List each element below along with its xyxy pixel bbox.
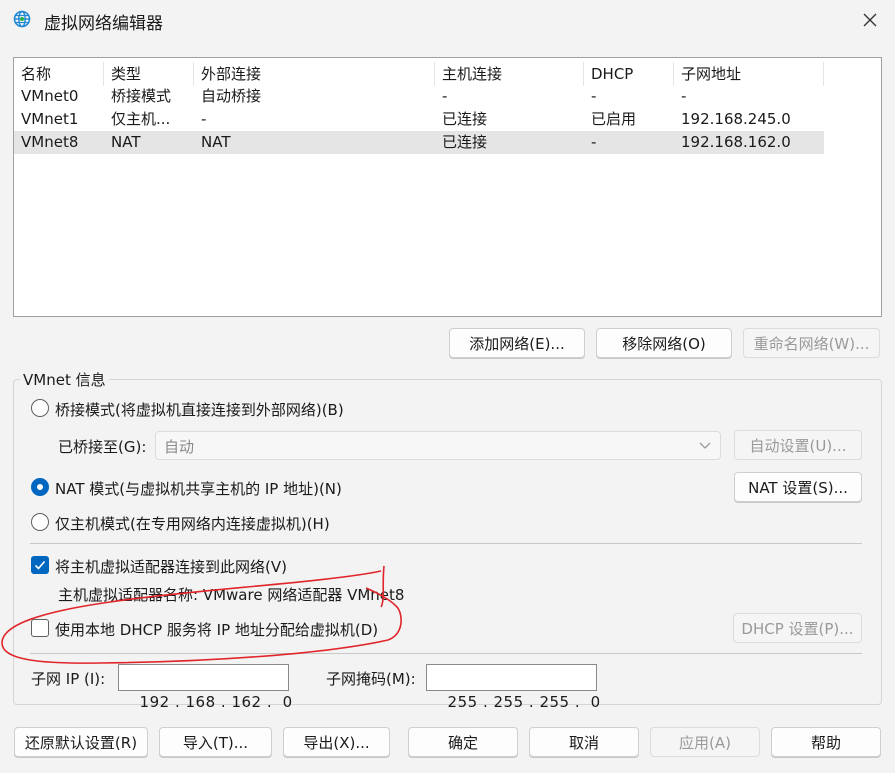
- network-list[interactable]: 名称 类型 外部连接 主机连接 DHCP 子网地址 VMnet0 桥接模式 自动…: [13, 57, 882, 317]
- octet-separator: .: [569, 693, 591, 711]
- restore-defaults-button[interactable]: 还原默认设置(R): [14, 727, 148, 757]
- help-button[interactable]: 帮助: [771, 727, 881, 757]
- bridged-mode-label[interactable]: 桥接模式(将虚拟机直接连接到外部网络)(B): [55, 399, 344, 420]
- chevron-down-icon: [698, 436, 712, 458]
- window-title: 虚拟网络编辑器: [44, 14, 163, 34]
- cell-type: NAT: [111, 133, 141, 151]
- close-button[interactable]: [855, 5, 885, 35]
- close-icon: [863, 13, 877, 27]
- column-header-subnet[interactable]: 子网地址: [674, 62, 824, 86]
- section-divider: [30, 653, 862, 654]
- add-network-button[interactable]: 添加网络(E)...: [449, 328, 585, 358]
- cell-name: VMnet1: [21, 110, 79, 128]
- cell-host: 已连接: [442, 110, 488, 128]
- cell-subnet: -: [681, 87, 687, 105]
- apply-button[interactable]: 应用(A): [650, 727, 760, 757]
- cell-external: 自动桥接: [201, 87, 262, 105]
- cell-subnet: 192.168.162.0: [681, 133, 791, 151]
- subnet-ip-input[interactable]: 192 . 168 . 162 . 0: [118, 664, 292, 711]
- use-dhcp-checkbox[interactable]: [31, 619, 49, 637]
- nat-settings-button[interactable]: NAT 设置(S)...: [734, 472, 862, 502]
- cell-type: 仅主机...: [111, 110, 171, 128]
- subnet-ip-octet-3[interactable]: 162: [231, 693, 261, 711]
- table-row-selected[interactable]: VMnet8 NAT NAT 已连接 - 192.168.162.0: [14, 131, 824, 154]
- ok-button[interactable]: 确定: [408, 727, 518, 757]
- octet-separator: .: [215, 693, 232, 711]
- subnet-ip-octet-4[interactable]: 0: [283, 693, 293, 711]
- title-bar: 虚拟网络编辑器: [0, 0, 895, 40]
- auto-settings-button[interactable]: 自动设置(U)...: [734, 430, 862, 460]
- cell-dhcp: 已启用: [591, 110, 637, 128]
- subnet-mask-label: 子网掩码(M):: [326, 670, 416, 688]
- octet-separator: .: [169, 693, 186, 711]
- subnet-mask-octet-2[interactable]: 255: [494, 693, 524, 711]
- column-header-type[interactable]: 类型: [104, 62, 194, 86]
- cell-name: VMnet8: [21, 133, 79, 151]
- cell-name: VMnet0: [21, 87, 79, 105]
- cell-host: 已连接: [442, 133, 488, 151]
- subnet-ip-octet-1[interactable]: 192: [140, 693, 170, 711]
- host-only-mode-radio[interactable]: [31, 513, 49, 531]
- vmnet-info-group: [13, 379, 882, 705]
- bridged-mode-radio[interactable]: [31, 399, 49, 417]
- octet-separator: .: [261, 693, 283, 711]
- subnet-mask-octet-4[interactable]: 0: [591, 693, 601, 711]
- rename-network-button[interactable]: 重命名网络(W)...: [743, 328, 880, 358]
- nat-mode-radio[interactable]: [31, 478, 49, 496]
- nat-mode-label[interactable]: NAT 模式(与虚拟机共享主机的 IP 地址)(N): [55, 478, 342, 499]
- cell-dhcp: -: [591, 87, 597, 105]
- octet-separator: .: [477, 693, 494, 711]
- cell-dhcp: -: [591, 133, 597, 151]
- export-button[interactable]: 导出(X)...: [283, 727, 390, 757]
- globe-icon: [12, 9, 32, 29]
- bridged-to-label: 已桥接至(G):: [58, 438, 147, 456]
- remove-network-button[interactable]: 移除网络(O): [596, 328, 732, 358]
- section-divider: [30, 543, 862, 544]
- adapter-name-label: 主机虚拟适配器名称: VMware 网络适配器 VMnet8: [58, 586, 405, 604]
- table-row[interactable]: VMnet1 仅主机... - 已连接 已启用 192.168.245.0: [14, 108, 824, 131]
- subnet-mask-input[interactable]: 255 . 255 . 255 . 0: [426, 664, 600, 711]
- bridged-to-value: 自动: [164, 438, 195, 456]
- cell-type: 桥接模式: [111, 87, 172, 105]
- column-header-name[interactable]: 名称: [14, 62, 104, 86]
- host-only-mode-label[interactable]: 仅主机模式(在专用网络内连接虚拟机)(H): [55, 513, 330, 534]
- table-row[interactable]: VMnet0 桥接模式 自动桥接 - - -: [14, 85, 824, 108]
- cell-subnet: 192.168.245.0: [681, 110, 791, 128]
- subnet-ip-octet-2[interactable]: 168: [186, 693, 216, 711]
- cell-external: NAT: [201, 133, 231, 151]
- subnet-mask-octet-3[interactable]: 255: [539, 693, 569, 711]
- connect-adapter-label[interactable]: 将主机虚拟适配器连接到此网络(V): [55, 556, 287, 577]
- vmnet-info-legend: VMnet 信息: [20, 369, 109, 390]
- octet-separator: .: [523, 693, 540, 711]
- subnet-ip-label: 子网 IP (I):: [31, 670, 106, 688]
- dhcp-settings-button[interactable]: DHCP 设置(P)...: [733, 613, 862, 643]
- import-button[interactable]: 导入(T)...: [159, 727, 272, 757]
- cancel-button[interactable]: 取消: [529, 727, 639, 757]
- subnet-mask-octet-1[interactable]: 255: [448, 693, 478, 711]
- column-header-dhcp[interactable]: DHCP: [584, 62, 674, 86]
- cell-host: -: [442, 87, 448, 105]
- cell-external: -: [201, 110, 207, 128]
- bridged-to-select[interactable]: 自动: [155, 431, 721, 460]
- checkmark-icon: [34, 560, 46, 570]
- use-dhcp-label[interactable]: 使用本地 DHCP 服务将 IP 地址分配给虚拟机(D): [55, 619, 378, 640]
- column-header-host[interactable]: 主机连接: [435, 62, 584, 86]
- connect-adapter-checkbox[interactable]: [31, 556, 49, 574]
- column-header-external[interactable]: 外部连接: [194, 62, 435, 86]
